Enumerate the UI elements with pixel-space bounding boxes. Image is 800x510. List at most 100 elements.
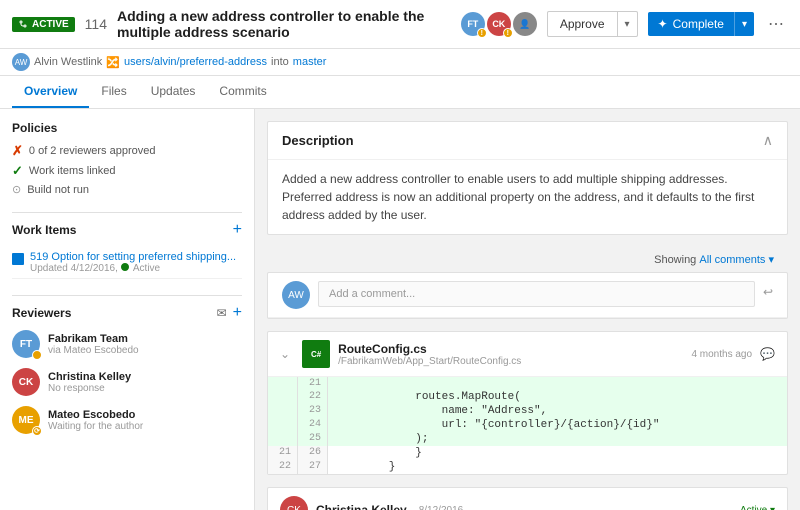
reviewer-sub-mateo: Waiting for the author bbox=[48, 421, 242, 432]
add-reviewer-button[interactable]: + bbox=[233, 304, 242, 322]
reviewer-sub-christina: No response bbox=[48, 383, 242, 394]
policy-x-icon: ✗ bbox=[12, 143, 23, 159]
sub-bar: AW Alvin Westlink 🔀 users/alvin/preferre… bbox=[0, 49, 800, 76]
top-bar: ACTIVE 114 Adding a new address controll… bbox=[0, 0, 800, 49]
avatar-badge-2: ! bbox=[503, 28, 513, 38]
policies-section: Policies ✗ 0 of 2 reviewers approved ✓ W… bbox=[12, 121, 242, 196]
tab-updates[interactable]: Updates bbox=[139, 76, 208, 108]
reviewer-fabrikam: FT Fabrikam Team via Mateo Escobedo bbox=[12, 330, 242, 358]
christina-avatar: CK bbox=[280, 496, 308, 510]
target-branch-link[interactable]: master bbox=[293, 56, 327, 68]
reviewer-christina: CK Christina Kelley No response bbox=[12, 368, 242, 396]
reviewer-info-fabrikam: Fabrikam Team via Mateo Escobedo bbox=[48, 333, 242, 356]
avatar-badge-1: ! bbox=[477, 28, 487, 38]
complete-plus-icon: ✦ bbox=[658, 17, 668, 31]
reviewer-avatars: FT ! CK ! 👤 bbox=[461, 12, 537, 36]
christina-name: Christina Kelley bbox=[316, 503, 407, 510]
comments-filter-bar: Showing All comments ▾ bbox=[267, 247, 788, 272]
tab-commits[interactable]: Commits bbox=[207, 76, 278, 108]
reviewers-actions: ✉ + bbox=[217, 304, 242, 322]
reviewer-badge-mateo: ⟳ bbox=[32, 426, 42, 436]
diff-new-num: 26 bbox=[298, 446, 328, 460]
user-avatar: AW bbox=[12, 53, 30, 71]
reviewer-mateo: ME ⟳ Mateo Escobedo Waiting for the auth… bbox=[12, 406, 242, 434]
reviewer-badge-fabrikam bbox=[32, 350, 42, 360]
diff-content: name: "Address", bbox=[328, 404, 787, 418]
diff-new-num: 27 bbox=[298, 460, 328, 474]
divider-2 bbox=[12, 295, 242, 296]
christina-time: 8/12/2016 bbox=[419, 505, 464, 510]
divider-1 bbox=[12, 212, 242, 213]
comment-input[interactable]: Add a comment... bbox=[318, 281, 755, 307]
sidebar: Policies ✗ 0 of 2 reviewers approved ✓ W… bbox=[0, 109, 255, 510]
work-items-section: Work Items + 519 Option for setting pref… bbox=[12, 221, 242, 279]
reviewer-avatar-christina: CK bbox=[12, 368, 40, 396]
work-item-meta: Updated 4/12/2016, Active bbox=[30, 263, 236, 274]
add-work-item-button[interactable]: + bbox=[233, 221, 242, 239]
diff-row-21: 21 bbox=[268, 377, 787, 390]
complete-label[interactable]: ✦ Complete bbox=[648, 12, 735, 36]
diff-new-num: 25 bbox=[298, 432, 328, 446]
policy-check-icon: ✓ bbox=[12, 163, 23, 179]
avatar-1: FT ! bbox=[461, 12, 485, 36]
diff-old-num bbox=[268, 418, 298, 432]
reviewer-name-fabrikam: Fabrikam Team bbox=[48, 333, 242, 345]
reviewers-section: Reviewers ✉ + FT Fabrikam Team via Mateo… bbox=[12, 304, 242, 434]
comment-reply-icon: ↩ bbox=[763, 285, 773, 299]
diff-old-num bbox=[268, 404, 298, 418]
user-info: AW Alvin Westlink bbox=[12, 53, 102, 71]
file-path: /FabrikamWeb/App_Start/RouteConfig.cs bbox=[338, 356, 521, 367]
work-item-icon bbox=[12, 253, 24, 265]
christina-comment-header: CK Christina Kelley 8/12/2016 Active ▾ bbox=[268, 488, 787, 510]
active-badge: ACTIVE bbox=[12, 17, 75, 32]
work-item-link[interactable]: 519 Option for setting preferred shippin… bbox=[30, 251, 236, 263]
policy-work-items: ✓ Work items linked bbox=[12, 163, 242, 179]
christina-comment-card: CK Christina Kelley 8/12/2016 Active ▾ I… bbox=[267, 487, 788, 510]
diff-content: ); bbox=[328, 432, 787, 446]
diff-old-num bbox=[268, 432, 298, 446]
description-body: Added a new address controller to enable… bbox=[268, 160, 787, 234]
showing-label: Showing bbox=[654, 254, 696, 266]
main-content: Policies ✗ 0 of 2 reviewers approved ✓ W… bbox=[0, 109, 800, 510]
diff-content: url: "{controller}/{action}/{id}" bbox=[328, 418, 787, 432]
reviewer-avatar-fabrikam: FT bbox=[12, 330, 40, 358]
comments-filter-link[interactable]: All comments bbox=[699, 254, 765, 266]
diff-row-27: 22 27 } bbox=[268, 460, 787, 474]
diff-row-24: 24 url: "{controller}/{action}/{id}" bbox=[268, 418, 787, 432]
diff-row-26: 21 26 } bbox=[268, 446, 787, 460]
approve-caret-icon[interactable]: ▾ bbox=[618, 14, 637, 35]
avatar-2: CK ! bbox=[487, 12, 511, 36]
approve-button[interactable]: Approve ▾ bbox=[547, 11, 638, 37]
policy-reviewers: ✗ 0 of 2 reviewers approved bbox=[12, 143, 242, 159]
pr-title: Adding a new address controller to enabl… bbox=[117, 8, 451, 40]
pr-number: 114 bbox=[85, 16, 107, 32]
filter-caret-icon[interactable]: ▾ bbox=[768, 253, 774, 266]
reviewer-info-mateo: Mateo Escobedo Waiting for the author bbox=[48, 409, 242, 432]
tab-files[interactable]: Files bbox=[89, 76, 138, 108]
reviewer-info-christina: Christina Kelley No response bbox=[48, 371, 242, 394]
diff-old-num: 22 bbox=[268, 460, 298, 474]
branch-link[interactable]: users/alvin/preferred-address bbox=[124, 56, 267, 68]
more-options-button[interactable]: ⋯ bbox=[764, 14, 788, 34]
diff-content: routes.MapRoute( bbox=[328, 390, 787, 404]
file-name: RouteConfig.cs bbox=[338, 342, 521, 356]
file-comment-icon[interactable]: 💬 bbox=[760, 347, 775, 361]
diff-new-num: 22 bbox=[298, 390, 328, 404]
file-diff-card: ⌄ C# RouteConfig.cs /FabrikamWeb/App_Sta… bbox=[267, 331, 788, 475]
approve-label[interactable]: Approve bbox=[548, 12, 618, 36]
work-item-details: 519 Option for setting preferred shippin… bbox=[30, 251, 236, 274]
tab-overview[interactable]: Overview bbox=[12, 76, 89, 108]
diff-new-num: 23 bbox=[298, 404, 328, 418]
work-items-title: Work Items + bbox=[12, 221, 242, 239]
diff-new-num: 21 bbox=[298, 377, 328, 390]
add-comment-card: AW Add a comment... ↩ bbox=[267, 272, 788, 319]
policy-reviewers-text: 0 of 2 reviewers approved bbox=[29, 145, 156, 157]
diff-old-num bbox=[268, 390, 298, 404]
policy-build-text: Build not run bbox=[27, 184, 89, 196]
branch-icon bbox=[18, 19, 28, 29]
complete-button[interactable]: ✦ Complete ▾ bbox=[648, 12, 754, 36]
complete-caret-icon[interactable]: ▾ bbox=[735, 14, 754, 35]
email-reviewers-button[interactable]: ✉ bbox=[217, 304, 227, 322]
collapse-icon[interactable]: ∧ bbox=[763, 132, 773, 149]
file-expand-icon[interactable]: ⌄ bbox=[280, 347, 290, 361]
